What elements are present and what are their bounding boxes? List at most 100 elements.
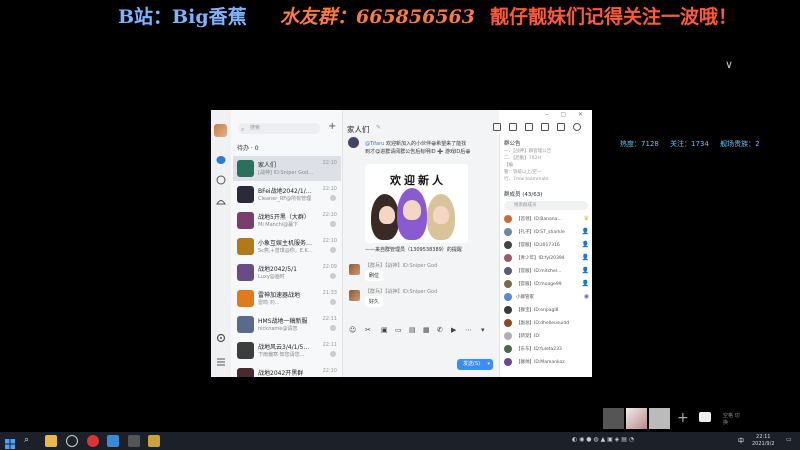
- conversation-item[interactable]: 雷神加速器战地 雷鸣·刘… 21:33: [233, 286, 341, 311]
- member-item[interactable]: 【官服】ID:z017316 👤: [504, 240, 590, 252]
- more-icon[interactable]: ⋯: [465, 326, 472, 334]
- folder-icon[interactable]: ▤: [409, 326, 416, 334]
- member-item[interactable]: 【新宠】ID:: [504, 331, 590, 343]
- announcement-icon[interactable]: [509, 123, 517, 131]
- sticker-face: [379, 206, 395, 224]
- conversation-time: 22:10: [322, 186, 337, 192]
- image-icon[interactable]: ▣: [381, 326, 388, 334]
- conversation-item[interactable]: 小象互娱主机服务… Sc燕,+曾琪@你，E.K… 22:10: [233, 234, 341, 259]
- clock[interactable]: 22:11 2021/9/2: [752, 434, 774, 448]
- conversation-item[interactable]: 战地风云3/4/1/5… 下雨偏寒·知您请您… 22:11: [233, 338, 341, 363]
- add-member-icon[interactable]: [557, 123, 565, 131]
- mute-icon: [330, 325, 336, 331]
- settings-icon[interactable]: [573, 123, 581, 131]
- app-icon[interactable]: [128, 435, 140, 447]
- window-controls[interactable]: ⎯ ▢ ✕: [545, 111, 588, 119]
- video-icon[interactable]: ▶: [451, 326, 456, 334]
- member-name: 【青少年】ID:fyl20394: [516, 256, 565, 261]
- ime-indicator[interactable]: 中: [738, 436, 744, 445]
- sticker-face: [433, 206, 449, 224]
- conversation-item[interactable]: 战地2042/5/1 Luxy@画时 22:09: [233, 260, 341, 285]
- conversation-item[interactable]: HMS战地一稿新服 nickname@请您 22:11: [233, 312, 341, 337]
- windows-start-icon[interactable]: [4, 435, 16, 449]
- search-placeholder: 搜索: [250, 125, 261, 131]
- announcement-line: 一、【战神】群管理公告: [504, 149, 552, 154]
- emoji-icon[interactable]: ☺: [349, 326, 356, 334]
- member-item[interactable]: 小群管家 ◉: [504, 292, 590, 304]
- edit-icon[interactable]: ✎: [376, 124, 381, 131]
- screen: B站：Big香蕉 水友群：665856563 靓仔靓妹们记得关注一波哦！ ∨ 热…: [0, 0, 800, 450]
- message-icon[interactable]: [216, 150, 226, 164]
- follows-stat: 关注：1734: [670, 140, 709, 148]
- member-avatar: [504, 267, 512, 275]
- member-name: 小群管家: [516, 295, 534, 300]
- welcome-mention[interactable]: @Tifaru: [365, 141, 384, 147]
- member-item[interactable]: 【群帅】ID:Mamankaz: [504, 357, 590, 369]
- apps-icon[interactable]: [541, 123, 549, 131]
- browser-icon[interactable]: [66, 435, 78, 447]
- member-item[interactable]: 【群宝】ID:onpagl8: [504, 305, 590, 317]
- qq-taskbar-icon[interactable]: [107, 435, 119, 447]
- announcement-title[interactable]: 群公告: [504, 139, 521, 147]
- tray-text: 空格 切换: [723, 413, 740, 426]
- admin-icon: 👤: [581, 267, 589, 274]
- history-icon[interactable]: ▾: [481, 326, 485, 334]
- phone-icon[interactable]: ✆: [437, 326, 443, 334]
- conversation-item[interactable]: 战地5开黑（大群） Mi Manchi@赢下 22:10: [233, 208, 341, 233]
- member-avatar: [504, 228, 512, 236]
- chevron-down-icon[interactable]: ∨: [725, 58, 733, 71]
- thumbnail[interactable]: [626, 408, 647, 429]
- sender-avatar[interactable]: [349, 264, 360, 275]
- thumbnail[interactable]: [649, 408, 670, 429]
- todo-entry[interactable]: 待办 · 0: [237, 143, 259, 152]
- conversation-name: 小象互娱主机服务…: [258, 240, 313, 247]
- game-app-icon[interactable]: [87, 435, 99, 447]
- member-item[interactable]: 【首领】ID:Banana… ♛: [504, 214, 590, 226]
- send-options-chevron-icon[interactable]: ▾: [487, 359, 490, 370]
- search-icon[interactable]: ⌕: [24, 435, 36, 447]
- member-item[interactable]: 【礼子】ID:ST_sharkle 👤: [504, 227, 590, 239]
- conversation-item[interactable]: 战地2042开黑群 22:10: [233, 364, 341, 377]
- notification-icon[interactable]: ▭: [786, 436, 792, 443]
- app-icon[interactable]: [148, 435, 160, 447]
- mute-icon: [330, 273, 336, 279]
- thumbnail[interactable]: [603, 408, 624, 429]
- menu-icon[interactable]: [216, 352, 226, 366]
- conversation-time: 22:09: [322, 264, 337, 270]
- member-name: 【官服】ID:mitchel…: [516, 269, 562, 274]
- member-item[interactable]: 【官服】ID:moage99 👤: [504, 279, 590, 291]
- contacts-icon[interactable]: [216, 170, 226, 185]
- search-input[interactable]: ⌕ 搜索: [238, 123, 320, 134]
- welcome-sticker[interactable]: 欢迎新人: [365, 164, 468, 243]
- settings-gear-icon[interactable]: [216, 328, 226, 343]
- chat-panel: 家人们 ✎ @Tifaru 欢迎新加入的小伙伴😀希望来了能找到才😋进群请阅群公告…: [342, 110, 499, 377]
- mute-icon: [330, 195, 336, 201]
- members-search-input[interactable]: 搜索群成员: [504, 201, 588, 210]
- conversation-time: 22:11: [322, 316, 337, 322]
- member-item[interactable]: 【青少年】ID:fyl20394 👤: [504, 253, 590, 265]
- conversation-name: 战地5开黑（大群）: [258, 214, 310, 221]
- sticker-face: [403, 200, 421, 220]
- add-thumbnail-icon[interactable]: +: [677, 410, 691, 431]
- screenshot-icon[interactable]: ✂: [365, 326, 371, 334]
- add-button[interactable]: +: [328, 121, 336, 132]
- member-item[interactable]: 【副总】ID:dhelleusuidd: [504, 318, 590, 330]
- member-item[interactable]: 【东东】ID:fuleta233: [504, 344, 590, 356]
- user-avatar[interactable]: [214, 124, 227, 137]
- sender-avatar[interactable]: [349, 290, 360, 301]
- tray-icons[interactable]: ◐ ◉ ● ◍ ▲ ▣ ◈ ▤ ◔: [572, 436, 634, 443]
- popularity-stat: 热度：7128: [620, 140, 659, 148]
- conversation-preview: Mi Manchi@赢下: [258, 222, 299, 228]
- conversation-item[interactable]: 家人们 [战神] ID:Sniper God… 22:10: [233, 156, 341, 181]
- conversation-item[interactable]: BFei战地2042/1/… Cleaner_RF@所有管理 22:10: [233, 182, 341, 207]
- comment-icon[interactable]: [699, 412, 711, 422]
- member-item[interactable]: 【官服】ID:mitchel… 👤: [504, 266, 590, 278]
- file-explorer-icon[interactable]: [45, 435, 57, 447]
- red-packet-icon[interactable]: ▦: [423, 326, 430, 334]
- conversation-name: 家人们: [258, 162, 277, 169]
- file-icon[interactable]: ▭: [395, 326, 402, 334]
- folder-icon[interactable]: [493, 123, 501, 131]
- space-icon[interactable]: [216, 192, 226, 205]
- send-button[interactable]: 发送(S) ▾: [457, 359, 493, 370]
- album-icon[interactable]: [525, 123, 533, 131]
